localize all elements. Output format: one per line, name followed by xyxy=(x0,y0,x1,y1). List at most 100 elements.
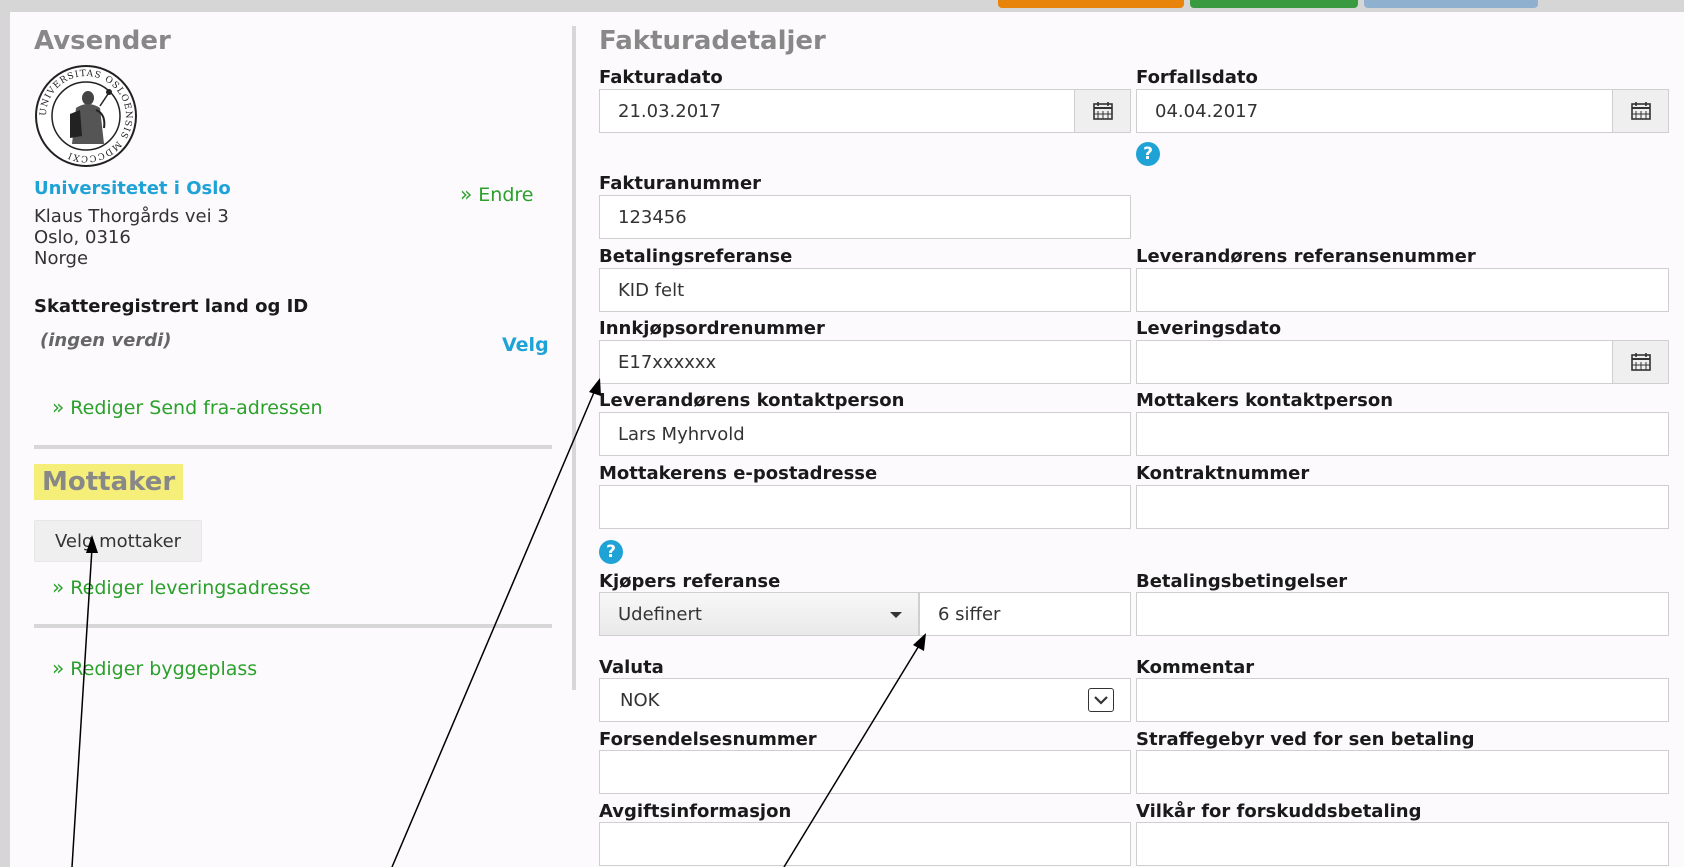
innkjopsordre-field xyxy=(599,340,1131,384)
forsendelsesnummer-label: Forsendelsesnummer xyxy=(599,729,817,750)
mottaker-kontaktperson-label: Mottakers kontaktperson xyxy=(1136,390,1394,411)
sender-address-line1: Klaus Thorgårds vei 3 xyxy=(34,206,229,227)
leveringsdato-calendar-button[interactable] xyxy=(1612,341,1668,383)
leveringsdato-label: Leveringsdato xyxy=(1136,318,1282,339)
betalingsreferanse-field xyxy=(599,268,1131,312)
betalingsbetingelser-label: Betalingsbetingelser xyxy=(1136,571,1348,592)
calendar-icon xyxy=(1092,102,1113,120)
mottaker-kontaktperson-input[interactable] xyxy=(1137,413,1668,455)
kommentar-label: Kommentar xyxy=(1136,657,1255,678)
straffegebyr-label: Straffegebyr ved for sen betaling xyxy=(1136,729,1475,750)
toolbar-button-green[interactable] xyxy=(1190,0,1358,8)
forfallsdato-input[interactable] xyxy=(1137,90,1668,132)
forfallsdato-help-icon[interactable]: ? xyxy=(1136,142,1160,166)
fakturanummer-label: Fakturanummer xyxy=(599,173,762,194)
mottaker-kontaktperson-field xyxy=(1136,412,1669,456)
avgiftsinformasjon-label: Avgiftsinformasjon xyxy=(599,801,792,822)
innkjopsordre-label: Innkjøpsordrenummer xyxy=(599,318,825,339)
toolbar-button-blue[interactable] xyxy=(1364,0,1538,8)
avgiftsinformasjon-field xyxy=(599,822,1131,866)
betalingsbetingelser-input[interactable] xyxy=(1137,593,1668,635)
edit-delivery-address-link[interactable]: » Rediger leveringsadresse xyxy=(52,575,311,599)
caret-down-icon xyxy=(890,612,902,618)
mottaker-heading: Mottaker xyxy=(34,464,184,500)
leverandor-kontaktperson-label: Leverandørens kontaktperson xyxy=(599,390,905,411)
window-frame-left xyxy=(0,0,10,867)
straffegebyr-field xyxy=(1136,750,1669,794)
forfallsdato-calendar-button[interactable] xyxy=(1612,90,1668,132)
leverandor-referanse-field xyxy=(1136,268,1669,312)
sender-address-line3: Norge xyxy=(34,248,89,269)
leveringsdato-input[interactable] xyxy=(1137,341,1668,383)
toolbar-button-orange[interactable] xyxy=(998,0,1184,8)
fakturadato-input[interactable] xyxy=(600,90,1130,132)
fakturanummer-field xyxy=(599,195,1131,239)
innkjopsordre-input[interactable] xyxy=(600,341,1130,383)
fakturadato-label: Fakturadato xyxy=(599,67,723,88)
double-chevron-right-icon: » xyxy=(52,656,65,680)
leverandor-kontaktperson-input[interactable] xyxy=(600,413,1130,455)
leverandor-kontaktperson-field xyxy=(599,412,1131,456)
mottaker-epost-input[interactable] xyxy=(600,486,1130,528)
kommentar-field xyxy=(1136,678,1669,722)
avgiftsinformasjon-input[interactable] xyxy=(600,823,1130,865)
section-divider xyxy=(34,445,552,449)
university-seal-logo: UNIVERSITAS OSLOENSIS MDCCCXI xyxy=(30,64,142,168)
mottaker-epost-label: Mottakerens e-postadresse xyxy=(599,463,878,484)
kontraktnummer-label: Kontraktnummer xyxy=(1136,463,1310,484)
endre-link-label: Endre xyxy=(478,184,534,206)
edit-send-from-label: Rediger Send fra-adressen xyxy=(70,397,323,419)
section-divider xyxy=(34,624,552,628)
chevron-down-icon xyxy=(1088,688,1114,712)
valuta-selected: NOK xyxy=(620,689,660,711)
edit-delivery-address-label: Rediger leveringsadresse xyxy=(70,577,311,599)
velg-tax-link[interactable]: Velg xyxy=(502,334,549,356)
double-chevron-right-icon: » xyxy=(52,395,65,419)
kjopers-referanse-select[interactable]: Udefinert xyxy=(599,592,919,636)
edit-send-from-link[interactable]: » Rediger Send fra-adressen xyxy=(52,395,322,419)
tax-id-label: Skatteregistrert land og ID xyxy=(34,296,309,317)
forfallsdato-field xyxy=(1136,89,1669,133)
double-chevron-right-icon: » xyxy=(52,575,65,599)
double-chevron-right-icon: » xyxy=(460,182,473,206)
vilkar-forskudd-input[interactable] xyxy=(1137,823,1668,865)
calendar-icon xyxy=(1630,102,1651,120)
kontraktnummer-input[interactable] xyxy=(1137,486,1668,528)
edit-building-site-label: Rediger byggeplass xyxy=(70,658,258,680)
leverandor-referanse-label: Leverandørens referansenummer xyxy=(1136,246,1476,267)
kjopers-referanse-input[interactable] xyxy=(920,593,1130,635)
betalingsreferanse-label: Betalingsreferanse xyxy=(599,246,793,267)
column-divider xyxy=(572,26,576,690)
betalingsreferanse-input[interactable] xyxy=(600,269,1130,311)
forsendelsesnummer-field xyxy=(599,750,1131,794)
kjopers-referanse-field xyxy=(919,592,1131,636)
edit-building-site-link[interactable]: » Rediger byggeplass xyxy=(52,656,257,680)
forsendelsesnummer-input[interactable] xyxy=(600,751,1130,793)
sender-address-line2: Oslo, 0316 xyxy=(34,227,131,248)
avsender-heading: Avsender xyxy=(34,26,171,56)
fakturadetaljer-heading: Fakturadetaljer xyxy=(599,26,826,56)
forfallsdato-label: Forfallsdato xyxy=(1136,67,1258,88)
kommentar-input[interactable] xyxy=(1137,679,1668,721)
kjopers-referanse-label: Kjøpers referanse xyxy=(599,571,781,592)
endre-link[interactable]: » Endre xyxy=(460,182,534,206)
epost-help-icon[interactable]: ? xyxy=(599,540,623,564)
velg-mottaker-button[interactable]: Velg mottaker xyxy=(34,520,202,562)
fakturadato-calendar-button[interactable] xyxy=(1074,90,1130,132)
valuta-select[interactable]: NOK xyxy=(599,678,1131,722)
sender-org-name: Universitetet i Oslo xyxy=(34,178,231,199)
tax-id-value: (ingen verdi) xyxy=(40,330,172,351)
valuta-label: Valuta xyxy=(599,657,664,678)
kjopers-referanse-selected: Udefinert xyxy=(618,603,702,625)
vilkar-forskudd-field xyxy=(1136,822,1669,866)
fakturanummer-input[interactable] xyxy=(600,196,1130,238)
fakturadato-field xyxy=(599,89,1131,133)
mottaker-epost-field xyxy=(599,485,1131,529)
calendar-icon xyxy=(1630,353,1651,371)
straffegebyr-input[interactable] xyxy=(1137,751,1668,793)
kontraktnummer-field xyxy=(1136,485,1669,529)
vilkar-forskudd-label: Vilkår for forskuddsbetaling xyxy=(1136,801,1422,822)
leverandor-referanse-input[interactable] xyxy=(1137,269,1668,311)
leveringsdato-field xyxy=(1136,340,1669,384)
betalingsbetingelser-field xyxy=(1136,592,1669,636)
